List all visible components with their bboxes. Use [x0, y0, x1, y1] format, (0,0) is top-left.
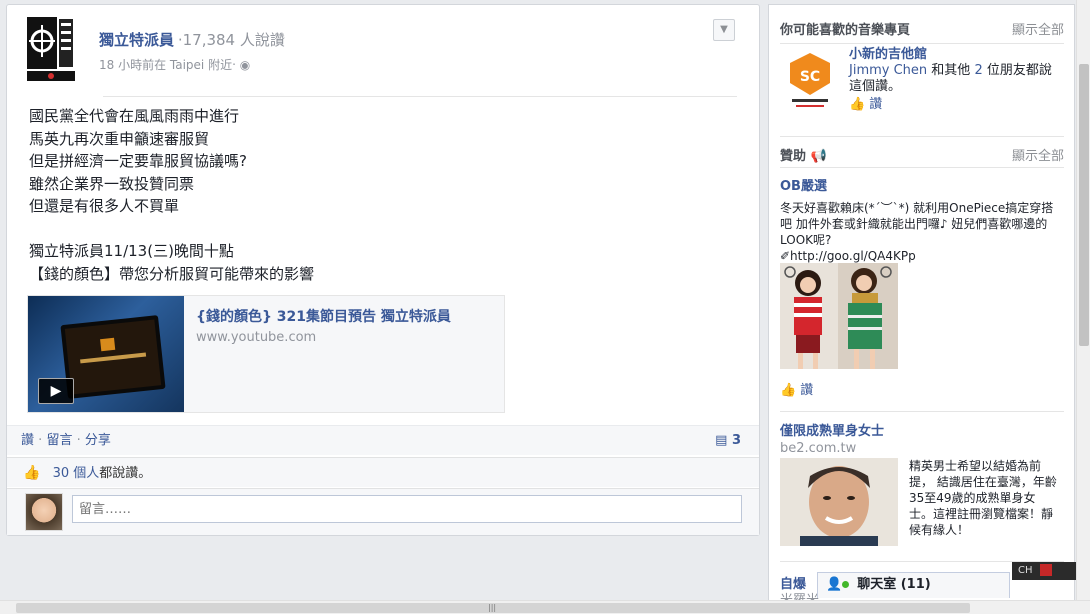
comments-count-button[interactable]: ▤ 3: [715, 426, 741, 456]
ad-be2-domain: be2.com.tw: [780, 441, 857, 456]
vertical-scrollbar[interactable]: [1076, 0, 1090, 600]
likes-summary-row: 👍 30 個人都說讚。: [7, 457, 759, 487]
post-options-button[interactable]: ▼: [713, 19, 735, 41]
page-avatar[interactable]: [27, 17, 75, 81]
music-page-name[interactable]: 小新的吉他館: [849, 47, 1062, 63]
online-indicator: [842, 581, 850, 588]
music-section-title: 你可能喜歡的音樂專頁: [780, 23, 911, 38]
likes-suffix: 都說讚。: [99, 466, 152, 481]
post-time-text[interactable]: 18 小時前在 Taipei 附近‧: [99, 58, 236, 72]
post-line: 國民黨全代會在風風雨雨中進行: [29, 107, 240, 125]
post-timestamp: 18 小時前在 Taipei 附近‧ ◉: [99, 56, 285, 73]
comment-input[interactable]: [72, 495, 742, 523]
friends-count-link[interactable]: 2: [974, 63, 982, 78]
sponsored-title: 贊助: [780, 149, 807, 164]
scroll-grip-icon: |||: [488, 603, 497, 612]
page-likes-count: ‧17,384 人說讚: [177, 31, 285, 49]
ad-ob-like-label: 讚: [800, 383, 814, 398]
user-avatar[interactable]: [25, 493, 63, 531]
ad-be2: 僅限成熟單身女士 be2.com.tw: [780, 420, 1064, 456]
globe-icon: ◉: [239, 58, 251, 72]
ad-ob-like-button[interactable]: 👍 讚: [780, 379, 813, 398]
music-section-header: 你可能喜歡的音樂專頁 顯示全部: [780, 19, 1064, 38]
share-title-link[interactable]: {錢的顏色} 321集節目預告 獨立特派員: [196, 306, 494, 326]
ime-label: CH: [1018, 565, 1033, 576]
friend-name-link[interactable]: Jimmy Chen: [849, 63, 927, 78]
comment-action[interactable]: 留言: [46, 433, 72, 448]
thumbs-up-icon: 👍: [780, 383, 797, 398]
likes-count-link[interactable]: 30 個人: [53, 466, 100, 481]
ad-be2-body: 精英男士希望以結婚為前提， 結識居住在臺灣，年齡35至49歲的成熟單身女士。這裡…: [909, 459, 1057, 537]
music-page-logo[interactable]: SC: [784, 49, 836, 111]
chat-label: 聊天室 (11): [857, 577, 931, 592]
share-info: {錢的顏色} 321集節目預告 獨立特派員 www.youtube.com: [196, 306, 494, 345]
user-icon: 👤: [826, 577, 843, 592]
comment-bubble-icon: ▤: [715, 433, 728, 448]
post-line-gap: [29, 218, 729, 241]
ad-ob: OB嚴選 冬天好喜歡賴床(*´︶`*) 就利用OnePiece搞定穿搭吧 加件外…: [780, 175, 1064, 264]
header-divider: [103, 96, 737, 97]
music-like-button[interactable]: 👍 讚: [849, 97, 1062, 113]
thumbs-up-icon: 👍: [23, 465, 41, 481]
post-line: 雖然企業界一致投贊同票: [29, 174, 195, 193]
ad-be2-title[interactable]: 僅限成熟單身女士: [780, 420, 1064, 439]
page-name-link[interactable]: 獨立特派員: [99, 31, 174, 49]
sponsored-header: 贊助 📢 顯示全部: [780, 145, 1064, 164]
megaphone-icon: 📢: [810, 149, 827, 164]
shared-video-card[interactable]: ▶ {錢的顏色} 321集節目預告 獨立特派員 www.youtube.com: [27, 295, 505, 413]
share-action[interactable]: 分享: [85, 433, 111, 448]
share-domain: www.youtube.com: [196, 330, 317, 345]
post-line: 但還是有很多人不買單: [29, 197, 180, 215]
news-feed-post: 獨立特派員 ‧17,384 人說讚 18 小時前在 Taipei 附近‧ ◉ ▼…: [6, 4, 760, 536]
ad-ob-link[interactable]: ✐http://goo.gl/QA4KPp: [780, 249, 916, 263]
ad-ob-image[interactable]: [780, 263, 898, 369]
music-suggestion-info: 小新的吉他館 Jimmy Chen 和其他 2 位朋友都說這個讚。 👍 讚: [849, 47, 1062, 113]
post-meta: 獨立特派員 ‧17,384 人說讚 18 小時前在 Taipei 附近‧ ◉: [99, 29, 285, 73]
comments-count: 3: [731, 433, 741, 448]
thumbs-up-icon: 👍: [849, 97, 866, 112]
horizontal-scrollbar[interactable]: |||: [0, 600, 1090, 614]
post-line: 馬英九再次重申籲速審服貿: [29, 129, 210, 148]
chevron-down-icon: ▼: [720, 24, 728, 35]
music-like-label: 讚: [869, 97, 883, 112]
post-action-bar: 讚 ‧ 留言 ‧ 分享 ▤ 3: [7, 425, 759, 455]
music-see-all-link[interactable]: 顯示全部: [1012, 19, 1064, 38]
ime-mode-icon: [1039, 564, 1052, 576]
post-body: 國民黨全代會在風風雨雨中進行 馬英九再次重申籲速審服貿 但是拼經濟一定要靠服貿協…: [29, 105, 729, 285]
post-line: 但是拼經濟一定要靠服貿協議嗎?: [29, 152, 247, 170]
video-screen-graphic: [60, 315, 166, 399]
friends-text: 和其他: [931, 63, 971, 78]
ad-ob-body: 冬天好喜歡賴床(*´︶`*) 就利用OnePiece搞定穿搭吧 加件外套或針織就…: [780, 201, 1054, 263]
video-thumbnail[interactable]: ▶: [28, 296, 184, 412]
sponsored-see-all-link[interactable]: 顯示全部: [1012, 145, 1064, 164]
comment-composer: [7, 488, 759, 535]
post-header: 獨立特派員 ‧17,384 人說讚 18 小時前在 Taipei 附近‧ ◉ ▼: [27, 17, 739, 87]
post-line: 【錢的顏色】帶您分析服貿可能帶來的影響: [29, 264, 315, 283]
ad-be2-image[interactable]: [780, 458, 898, 546]
play-icon: ▶: [50, 383, 62, 399]
like-action[interactable]: 讚: [21, 433, 34, 448]
post-line: 獨立特派員11/13(三)晚間十點: [29, 242, 234, 260]
vertical-scroll-thumb[interactable]: [1079, 64, 1089, 346]
play-button[interactable]: ▶: [38, 378, 74, 404]
svg-text:SC: SC: [800, 69, 820, 85]
right-sidebar: 你可能喜歡的音樂專頁 顯示全部 SC 小新的吉他館 Jimmy Chen 和其他…: [768, 4, 1075, 614]
chat-sidebar-toggle[interactable]: 👤 聊天室 (11): [817, 572, 1010, 598]
ad-ob-title[interactable]: OB嚴選: [780, 175, 1064, 194]
